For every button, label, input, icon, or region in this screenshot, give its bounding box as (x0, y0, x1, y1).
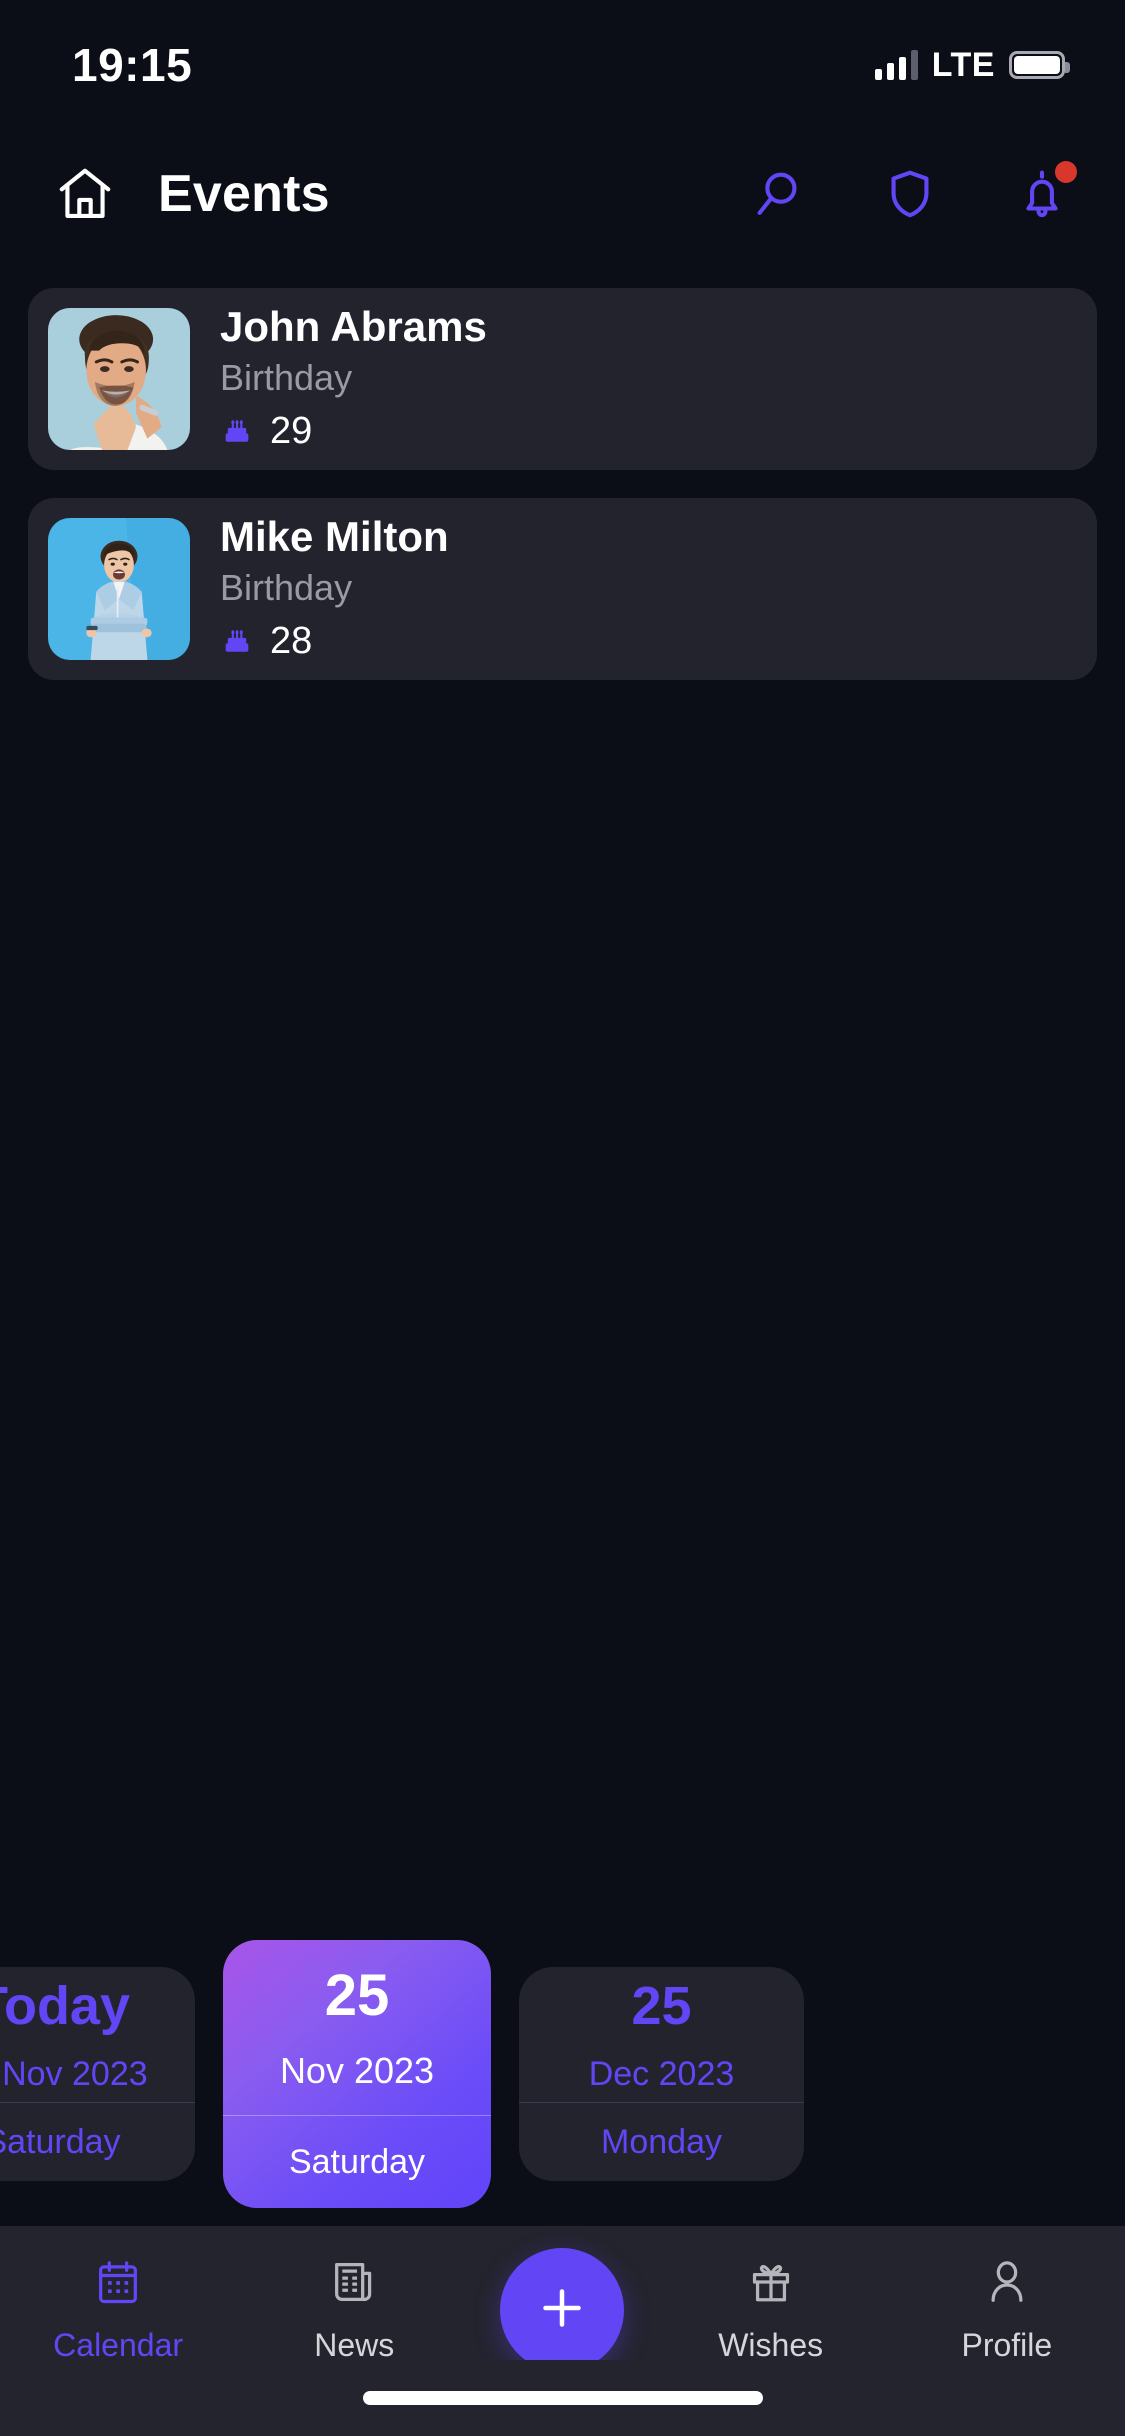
event-age-row: 29 (220, 410, 487, 453)
events-list: John Abrams Birthday 29 Mike Milton Birt… (0, 258, 1125, 1940)
tab-label: Wishes (718, 2327, 824, 2363)
add-event-fab[interactable] (500, 2248, 625, 2372)
date-card-weekday: Saturday (288, 2142, 426, 2181)
tab-news[interactable]: News (264, 2256, 444, 2364)
status-bar: 19:15 LTE (0, 0, 1125, 130)
date-card-date: Nov 2023 (279, 2049, 435, 2091)
tab-label: Profile (961, 2327, 1053, 2363)
date-card-today[interactable]: Today 11 Nov 2023 Saturday (0, 1967, 195, 2181)
calendar-icon (92, 2256, 144, 2313)
gift-icon (745, 2256, 797, 2313)
bottom-navigation: Calendar News Wishes Profile (0, 2226, 1125, 2436)
network-label: LTE (931, 45, 995, 84)
person-icon (981, 2256, 1033, 2313)
event-info: John Abrams Birthday 29 (220, 302, 487, 454)
event-age: 29 (270, 410, 313, 453)
notification-badge (1055, 161, 1077, 183)
date-card-day: Today (0, 1975, 130, 2036)
date-card-next[interactable]: 25 Dec 2023 Monday (519, 1967, 804, 2181)
date-card-day: 25 (631, 1975, 692, 2036)
birthday-cake-icon (220, 412, 254, 451)
avatar-john-abrams (48, 308, 190, 450)
page-header: Events (0, 130, 1125, 258)
event-age: 28 (270, 620, 313, 663)
signal-bars-icon (874, 50, 918, 80)
page-title: Events (158, 165, 330, 223)
event-name: Mike Milton (220, 512, 449, 560)
event-age-row: 28 (220, 620, 449, 663)
home-icon[interactable] (48, 157, 122, 231)
date-card-weekday: Saturday (0, 2122, 121, 2161)
tab-label: Calendar (53, 2327, 184, 2363)
status-time: 19:15 (72, 39, 193, 91)
shield-icon[interactable] (879, 163, 941, 225)
date-card-day: 25 (324, 1962, 390, 2028)
plus-icon (532, 2278, 592, 2343)
bell-icon[interactable] (1011, 161, 1077, 225)
event-name: John Abrams (220, 302, 487, 350)
newspaper-icon (328, 2256, 380, 2313)
event-type: Birthday (220, 566, 353, 608)
avatar-mike-milton (48, 518, 190, 660)
search-icon[interactable] (747, 163, 809, 225)
birthday-cake-icon (220, 622, 254, 661)
battery-full-icon (1009, 51, 1070, 79)
event-card[interactable]: John Abrams Birthday 29 (28, 288, 1097, 470)
tab-wishes[interactable]: Wishes (681, 2256, 861, 2364)
date-card-selected[interactable]: 25 Nov 2023 Saturday (223, 1940, 491, 2208)
date-card-weekday: Monday (601, 2122, 722, 2161)
date-card-date: 11 Nov 2023 (0, 2054, 148, 2093)
event-type: Birthday (220, 356, 353, 398)
tab-calendar[interactable]: Calendar (28, 2256, 208, 2364)
status-indicators: LTE (874, 45, 1070, 85)
event-card[interactable]: Mike Milton Birthday 28 (28, 498, 1097, 680)
date-carousel[interactable]: Today 11 Nov 2023 Saturday 25 Nov 2023 S… (0, 1940, 1125, 2208)
tab-label: News (314, 2327, 395, 2363)
tab-profile[interactable]: Profile (917, 2256, 1097, 2364)
home-indicator[interactable] (0, 2360, 1125, 2436)
app-screen: 19:15 LTE Events John Abrams Birthday 29… (0, 0, 1125, 2436)
header-actions (747, 161, 1077, 225)
date-card-date: Dec 2023 (588, 2054, 735, 2093)
event-info: Mike Milton Birthday 28 (220, 512, 449, 664)
